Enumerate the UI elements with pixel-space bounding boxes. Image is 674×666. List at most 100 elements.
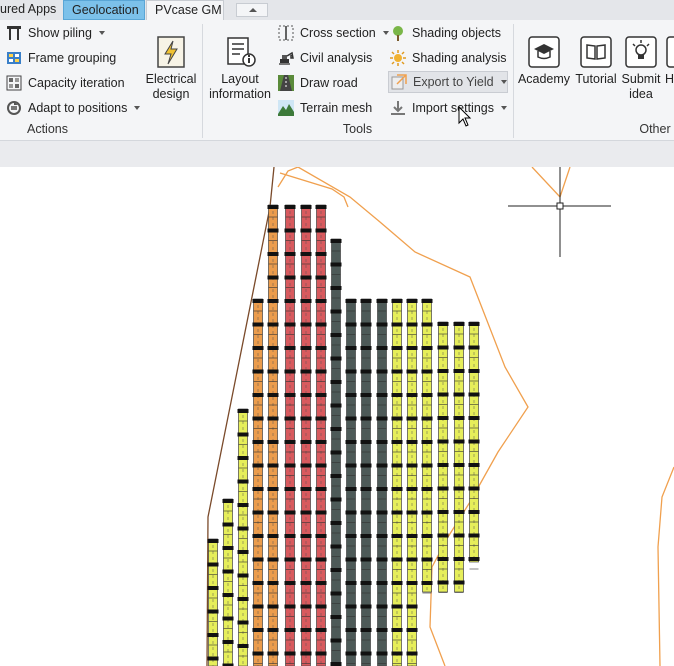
export-to-yield-label: Export to Yield bbox=[413, 75, 494, 89]
terrain-icon bbox=[278, 100, 294, 116]
pv-table-tag bbox=[315, 534, 327, 538]
pv-table-tag bbox=[345, 628, 357, 632]
pv-table-tag bbox=[376, 393, 388, 397]
academy-icon bbox=[528, 36, 560, 68]
chevron-down-icon[interactable] bbox=[500, 106, 507, 110]
pv-table-tag bbox=[267, 651, 279, 656]
cross-section-icon bbox=[278, 25, 294, 41]
pv-table-tag bbox=[284, 651, 296, 656]
pv-table-tag bbox=[376, 322, 388, 327]
pv-table-tag bbox=[406, 346, 418, 350]
pv-table-tag bbox=[330, 474, 342, 478]
help-button[interactable]: H bbox=[665, 36, 674, 87]
pv-table-tag bbox=[222, 499, 234, 503]
pv-table-tag bbox=[222, 640, 234, 644]
pv-table-tag bbox=[330, 521, 342, 525]
pv-table-tag bbox=[421, 487, 433, 491]
submit-idea-button[interactable]: Submit idea bbox=[620, 36, 662, 102]
draw-road-button[interactable]: Draw road bbox=[278, 72, 358, 94]
civil-analysis-button[interactable]: Civil analysis bbox=[278, 47, 372, 69]
pv-table-tag bbox=[300, 651, 312, 656]
pv-table-tag bbox=[330, 568, 342, 572]
pv-table-tag bbox=[300, 393, 312, 397]
frame-grouping-button[interactable]: Frame grouping bbox=[6, 47, 116, 69]
pv-table-tag bbox=[376, 604, 388, 609]
pv-table-tag bbox=[391, 463, 403, 468]
pv-table-tag bbox=[252, 510, 264, 515]
electrical-design-button[interactable]: Electrical design bbox=[142, 36, 200, 102]
pv-table-tag bbox=[267, 252, 279, 256]
pv-table-tag bbox=[252, 628, 264, 632]
pv-table-tag bbox=[421, 510, 433, 515]
tutorial-button[interactable]: Tutorial bbox=[573, 36, 619, 87]
pv-table-tag bbox=[315, 299, 327, 303]
terrain-mesh-button[interactable]: Terrain mesh bbox=[278, 97, 372, 119]
pv-table-tag bbox=[406, 510, 418, 515]
tools-group-label: Tools bbox=[342, 122, 373, 136]
pv-table-tag bbox=[437, 369, 449, 373]
pv-table-tag bbox=[284, 604, 296, 609]
excavator-icon bbox=[278, 50, 294, 66]
pv-table-tag bbox=[207, 633, 219, 637]
layout-information-label-1: Layout bbox=[221, 72, 259, 86]
cross-section-button[interactable]: Cross section bbox=[278, 22, 389, 44]
pv-table-tag bbox=[330, 638, 342, 643]
pv-table-tag bbox=[330, 544, 342, 549]
pv-table-tag bbox=[345, 346, 357, 350]
tab-featured-apps[interactable]: ured Apps bbox=[0, 0, 62, 20]
tab-pvcase-gm[interactable]: PVcase GM bbox=[146, 0, 224, 21]
shading-objects-button[interactable]: Shading objects bbox=[390, 22, 501, 44]
chevron-down-icon[interactable] bbox=[134, 106, 141, 110]
pv-table-tag bbox=[207, 539, 219, 543]
pv-table-tag bbox=[391, 322, 403, 327]
piling-icon bbox=[6, 25, 22, 41]
show-piling-button[interactable]: Show piling bbox=[6, 22, 105, 44]
pv-table-tag bbox=[345, 651, 357, 656]
ribbon-minimize-button[interactable] bbox=[236, 3, 268, 17]
capacity-iteration-button[interactable]: Capacity iteration bbox=[6, 72, 125, 94]
book-icon bbox=[580, 36, 612, 68]
pv-table-tag bbox=[437, 486, 449, 491]
pv-table-tag bbox=[315, 322, 327, 327]
pv-table-tag bbox=[453, 439, 465, 444]
frame-grouping-icon bbox=[6, 50, 22, 66]
pv-table-tag bbox=[300, 275, 312, 280]
shading-analysis-label: Shading analysis bbox=[412, 51, 507, 65]
pv-table-tag bbox=[437, 392, 449, 397]
pv-table-tag bbox=[421, 581, 433, 585]
pv-table-tag bbox=[252, 346, 264, 350]
pv-table-tag bbox=[468, 416, 480, 420]
pv-table-tag bbox=[421, 416, 433, 421]
pv-table-tag bbox=[376, 557, 388, 562]
pv-table-tag bbox=[284, 440, 296, 444]
pv-table-tag bbox=[330, 333, 342, 337]
pv-table-tag bbox=[284, 322, 296, 327]
tab-geolocation[interactable]: Geolocation bbox=[63, 0, 145, 20]
pv-table-tag bbox=[468, 439, 480, 444]
pv-table-tag bbox=[437, 416, 449, 420]
academy-button[interactable]: Academy bbox=[517, 36, 571, 87]
chevron-down-icon[interactable] bbox=[500, 80, 507, 84]
pv-table-tag bbox=[391, 557, 403, 562]
layout-information-button[interactable]: Layout information bbox=[206, 36, 274, 102]
pv-table-tag bbox=[345, 416, 357, 421]
pv-table-tag bbox=[267, 228, 279, 233]
chevron-down-icon[interactable] bbox=[382, 31, 389, 35]
pv-table-tag bbox=[360, 628, 372, 632]
pv-table-tag bbox=[437, 557, 449, 561]
layout-information-icon bbox=[224, 36, 256, 68]
pv-table-tag bbox=[222, 593, 234, 597]
drawing-canvas[interactable] bbox=[0, 167, 674, 666]
pv-table-tag bbox=[345, 487, 357, 491]
export-to-yield-button[interactable]: Export to Yield bbox=[388, 71, 508, 93]
pv-table-tag bbox=[284, 299, 296, 303]
pv-table-tag bbox=[330, 497, 342, 502]
pv-table-tag bbox=[284, 534, 296, 538]
pv-table-tag bbox=[207, 609, 219, 614]
chevron-down-icon[interactable] bbox=[98, 31, 105, 35]
adapt-to-positions-button[interactable]: Adapt to positions bbox=[6, 97, 141, 119]
pv-table-tag bbox=[300, 534, 312, 538]
shading-analysis-button[interactable]: Shading analysis bbox=[390, 47, 507, 69]
pv-table-tag bbox=[360, 557, 372, 562]
import-settings-button[interactable]: Import settings bbox=[390, 97, 507, 119]
